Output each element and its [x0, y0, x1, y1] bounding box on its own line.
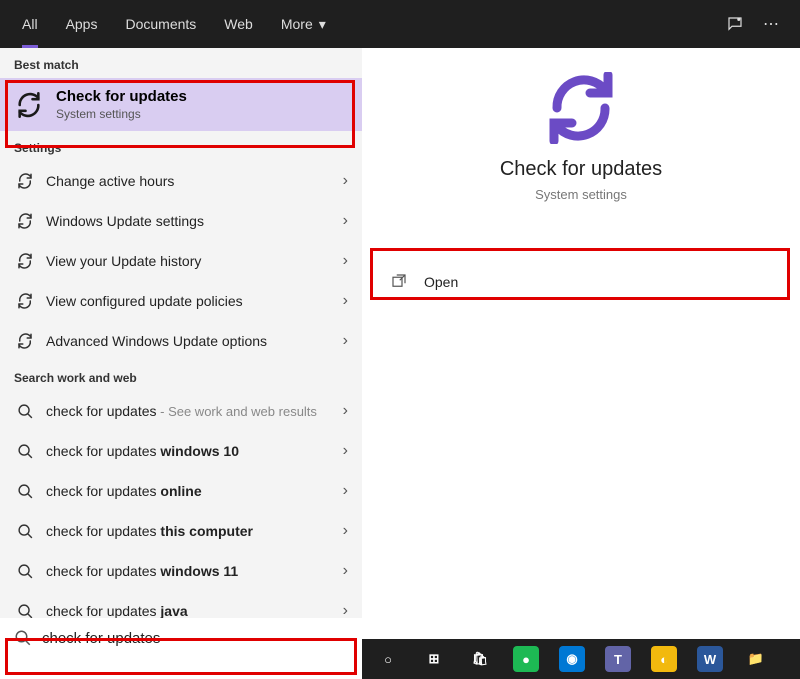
- filter-tabs: All Apps Documents Web More ▾: [8, 0, 340, 48]
- web-suggestion-label: check for updates windows 11: [46, 563, 343, 579]
- settings-item[interactable]: Advanced Windows Update options›: [0, 321, 362, 361]
- preview-subtitle: System settings: [535, 187, 627, 202]
- refresh-icon: [14, 290, 36, 312]
- search-icon: [14, 520, 36, 542]
- best-match-item[interactable]: Check for updates System settings: [0, 78, 362, 131]
- settings-item-label: View your Update history: [46, 253, 343, 269]
- chevron-right-icon: ›: [343, 522, 348, 540]
- search-icon: [14, 560, 36, 582]
- open-label: Open: [424, 274, 458, 290]
- tab-documents[interactable]: Documents: [111, 0, 210, 48]
- refresh-icon: [14, 90, 44, 120]
- chevron-down-icon: ▾: [319, 16, 326, 33]
- search-input[interactable]: [42, 630, 348, 647]
- tab-apps[interactable]: Apps: [52, 0, 112, 48]
- web-suggestion-item[interactable]: check for updates online›: [0, 471, 362, 511]
- cortana-icon[interactable]: ○: [366, 639, 410, 679]
- tab-more[interactable]: More ▾: [267, 0, 340, 48]
- settings-item-label: Advanced Windows Update options: [46, 333, 343, 349]
- settings-item[interactable]: View your Update history›: [0, 241, 362, 281]
- preview-pane: Check for updates System settings Open: [362, 48, 800, 658]
- teams-icon[interactable]: T: [596, 639, 640, 679]
- feedback-icon[interactable]: [726, 15, 744, 33]
- task-view-icon[interactable]: ⊞: [412, 639, 456, 679]
- web-suggestion-label: check for updates - See work and web res…: [46, 403, 343, 419]
- web-suggestion-item[interactable]: check for updates this computer›: [0, 511, 362, 551]
- web-suggestion-label: check for updates online: [46, 483, 343, 499]
- chevron-right-icon: ›: [343, 402, 348, 420]
- chevron-right-icon: ›: [343, 442, 348, 460]
- settings-item-label: Change active hours: [46, 173, 343, 189]
- chevron-right-icon: ›: [343, 332, 348, 350]
- web-suggestion-label: check for updates java: [46, 603, 343, 619]
- web-suggestion-item[interactable]: check for updates windows 10›: [0, 431, 362, 471]
- settings-heading: Settings: [0, 131, 362, 161]
- chevron-right-icon: ›: [343, 172, 348, 190]
- chevron-right-icon: ›: [343, 252, 348, 270]
- refresh-icon: [14, 250, 36, 272]
- more-options-icon[interactable]: ⋯: [762, 15, 780, 33]
- chrome-icon[interactable]: ◐: [642, 639, 686, 679]
- tab-label: Web: [224, 16, 253, 32]
- preview-title: Check for updates: [500, 158, 662, 181]
- settings-item[interactable]: Windows Update settings›: [0, 201, 362, 241]
- tab-label: All: [22, 16, 38, 32]
- store-icon[interactable]: 🛍: [458, 639, 502, 679]
- web-suggestion-item[interactable]: check for updates - See work and web res…: [0, 391, 362, 431]
- results-list: Best match Check for updates System sett…: [0, 48, 362, 658]
- chevron-right-icon: ›: [343, 482, 348, 500]
- tab-label: Documents: [125, 16, 196, 32]
- search-icon: [14, 400, 36, 422]
- tab-web[interactable]: Web: [210, 0, 267, 48]
- refresh-icon: [545, 72, 617, 144]
- web-suggestion-label: check for updates this computer: [46, 523, 343, 539]
- search-filter-bar: All Apps Documents Web More ▾ ⋯: [0, 0, 800, 48]
- taskbar: ○⊞🛍●◉T◐W📁: [362, 639, 800, 679]
- chevron-right-icon: ›: [343, 562, 348, 580]
- search-icon: [14, 440, 36, 462]
- explorer-icon[interactable]: 📁: [734, 639, 778, 679]
- edge-icon[interactable]: ◉: [550, 639, 594, 679]
- best-match-subtitle: System settings: [56, 107, 187, 121]
- chevron-right-icon: ›: [343, 212, 348, 230]
- settings-item[interactable]: View configured update policies›: [0, 281, 362, 321]
- web-suggestion-label: check for updates windows 10: [46, 443, 343, 459]
- tab-label: More: [281, 16, 313, 32]
- settings-item-label: Windows Update settings: [46, 213, 343, 229]
- search-web-heading: Search work and web: [0, 361, 362, 391]
- settings-item-label: View configured update policies: [46, 293, 343, 309]
- search-bar: [0, 618, 362, 658]
- refresh-icon: [14, 170, 36, 192]
- spotify-icon[interactable]: ●: [504, 639, 548, 679]
- best-match-title: Check for updates: [56, 88, 187, 105]
- tab-label: Apps: [66, 16, 98, 32]
- open-action[interactable]: Open: [372, 258, 790, 306]
- word-icon[interactable]: W: [688, 639, 732, 679]
- search-icon: [14, 480, 36, 502]
- search-icon: [14, 629, 32, 647]
- settings-item[interactable]: Change active hours›: [0, 161, 362, 201]
- tab-all[interactable]: All: [8, 0, 52, 48]
- best-match-heading: Best match: [0, 48, 362, 78]
- web-suggestion-item[interactable]: check for updates windows 11›: [0, 551, 362, 591]
- refresh-icon: [14, 210, 36, 232]
- chevron-right-icon: ›: [343, 292, 348, 310]
- open-icon: [390, 272, 410, 292]
- refresh-icon: [14, 330, 36, 352]
